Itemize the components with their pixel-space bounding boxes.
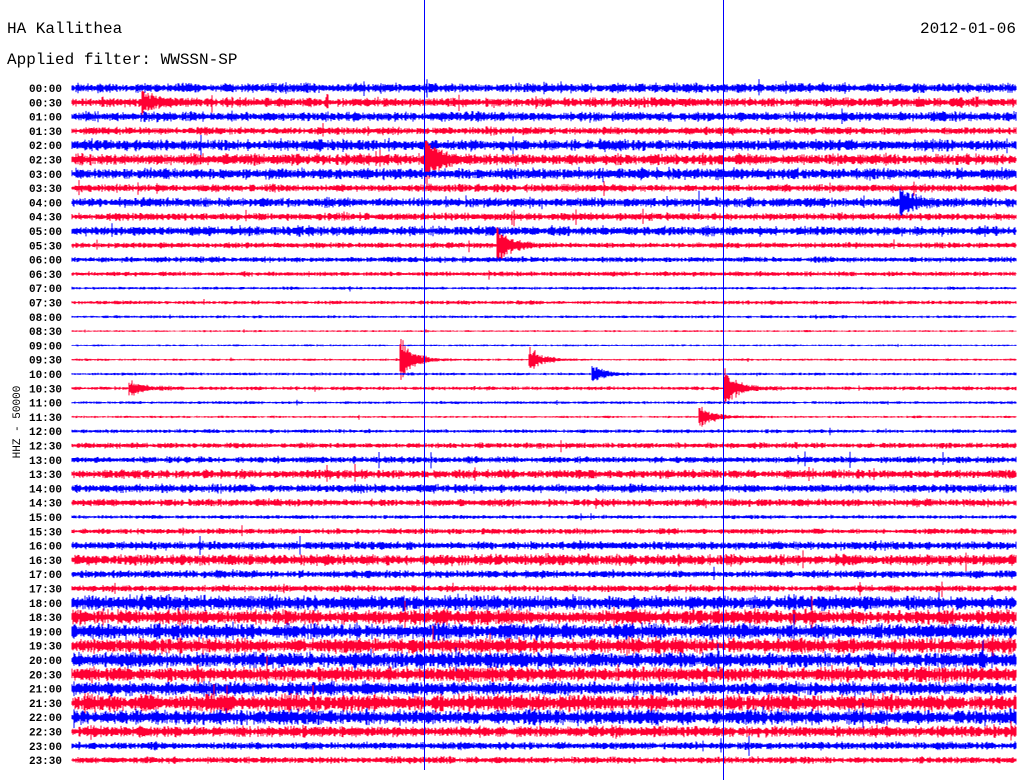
- trace-1000: [71, 366, 1017, 382]
- row-time-label: 02:00: [29, 141, 62, 153]
- row-time-label: 06:30: [29, 270, 62, 282]
- row-time-label: 02:30: [29, 156, 62, 168]
- row-time-label: 22:00: [29, 713, 62, 725]
- trace-2300: [71, 736, 1017, 756]
- trace-0000: [71, 79, 1017, 98]
- trace-0900: [71, 343, 1017, 348]
- row-time-label: 18:00: [29, 599, 62, 611]
- row-time-label: 00:30: [29, 98, 62, 110]
- trace-1500: [71, 513, 1017, 521]
- trace-0500: [71, 223, 1017, 237]
- trace-0430: [71, 208, 1017, 227]
- row-time-label: 18:30: [29, 613, 62, 625]
- row-time-label: 01:30: [29, 127, 62, 139]
- trace-0200: [71, 135, 1017, 158]
- row-time-label: 03:30: [29, 184, 62, 196]
- row-time-label: 11:00: [29, 399, 62, 411]
- trace-1130: [71, 406, 1017, 427]
- trace-1600: [71, 536, 1017, 555]
- trace-0100: [71, 108, 1017, 124]
- trace-0830: [71, 329, 1017, 333]
- row-time-label: 10:00: [29, 370, 62, 382]
- trace-2330: [71, 755, 1017, 765]
- row-time-label: 10:30: [29, 384, 62, 396]
- trace-0030: [71, 90, 1017, 117]
- trace-1400: [71, 483, 1017, 494]
- row-time-label: 09:30: [29, 356, 62, 368]
- row-time-label: 23:30: [29, 756, 62, 768]
- row-time-label: 04:30: [29, 213, 62, 225]
- row-time-label: 21:00: [29, 685, 62, 697]
- trace-1100: [71, 399, 1017, 406]
- row-time-label: 17:30: [29, 585, 62, 597]
- trace-0700: [71, 286, 1017, 292]
- trace-1230: [71, 440, 1017, 453]
- trace-0330: [71, 180, 1017, 196]
- trace-1730: [71, 581, 1017, 597]
- row-time-label: 22:30: [29, 728, 62, 740]
- helicorder-plot: 00:00 00:30 01:00 01:30 02:00 02:30 03:00 03:30…: [29, 0, 1017, 780]
- trace-0800: [71, 314, 1017, 320]
- row-time-label: 14:00: [29, 484, 62, 496]
- row-time-label: 04:00: [29, 198, 62, 210]
- row-time-label: 05:00: [29, 227, 62, 239]
- row-time-label: 03:00: [29, 170, 62, 182]
- row-time-label: 07:00: [29, 284, 62, 296]
- trace-1200: [71, 427, 1017, 436]
- trace-0730: [71, 299, 1017, 305]
- row-time-label: 20:00: [29, 656, 62, 668]
- trace-2230: [71, 721, 1017, 741]
- trace-1330: [71, 464, 1017, 482]
- row-time-label: 20:30: [29, 670, 62, 682]
- row-time-label: 16:00: [29, 542, 62, 554]
- trace-0630: [71, 270, 1017, 280]
- trace-1700: [71, 566, 1017, 580]
- trace-0300: [71, 166, 1017, 183]
- row-time-label: 13:00: [29, 456, 62, 468]
- row-time-label: 14:30: [29, 499, 62, 511]
- trace-1430: [71, 498, 1017, 509]
- row-time-label: 12:00: [29, 427, 62, 439]
- row-time-label: 07:30: [29, 299, 62, 311]
- row-time-label: 00:00: [29, 84, 62, 96]
- row-time-label: 16:30: [29, 556, 62, 568]
- row-time-label: 08:30: [29, 327, 62, 339]
- row-time-label: 09:00: [29, 341, 62, 353]
- trace-1630: [71, 550, 1017, 572]
- trace-0130: [71, 123, 1017, 137]
- row-time-label: 17:00: [29, 570, 62, 582]
- row-time-label: 15:00: [29, 513, 62, 525]
- row-time-label: 01:00: [29, 113, 62, 125]
- row-time-label: 06:00: [29, 256, 62, 268]
- row-time-label: 19:30: [29, 642, 62, 654]
- row-time-label: 19:00: [29, 627, 62, 639]
- row-time-label: 05:30: [29, 241, 62, 253]
- trace-1300: [71, 451, 1017, 469]
- trace-1530: [71, 525, 1017, 537]
- trace-1800: [71, 592, 1017, 617]
- row-time-label: 11:30: [29, 413, 62, 425]
- row-time-label: 08:00: [29, 313, 62, 325]
- row-time-label: 21:30: [29, 699, 62, 711]
- trace-0600: [71, 256, 1017, 263]
- row-time-label: 12:30: [29, 442, 62, 454]
- row-time-label: 13:30: [29, 470, 62, 482]
- row-time-label: 15:30: [29, 527, 62, 539]
- row-time-label: 23:00: [29, 742, 62, 754]
